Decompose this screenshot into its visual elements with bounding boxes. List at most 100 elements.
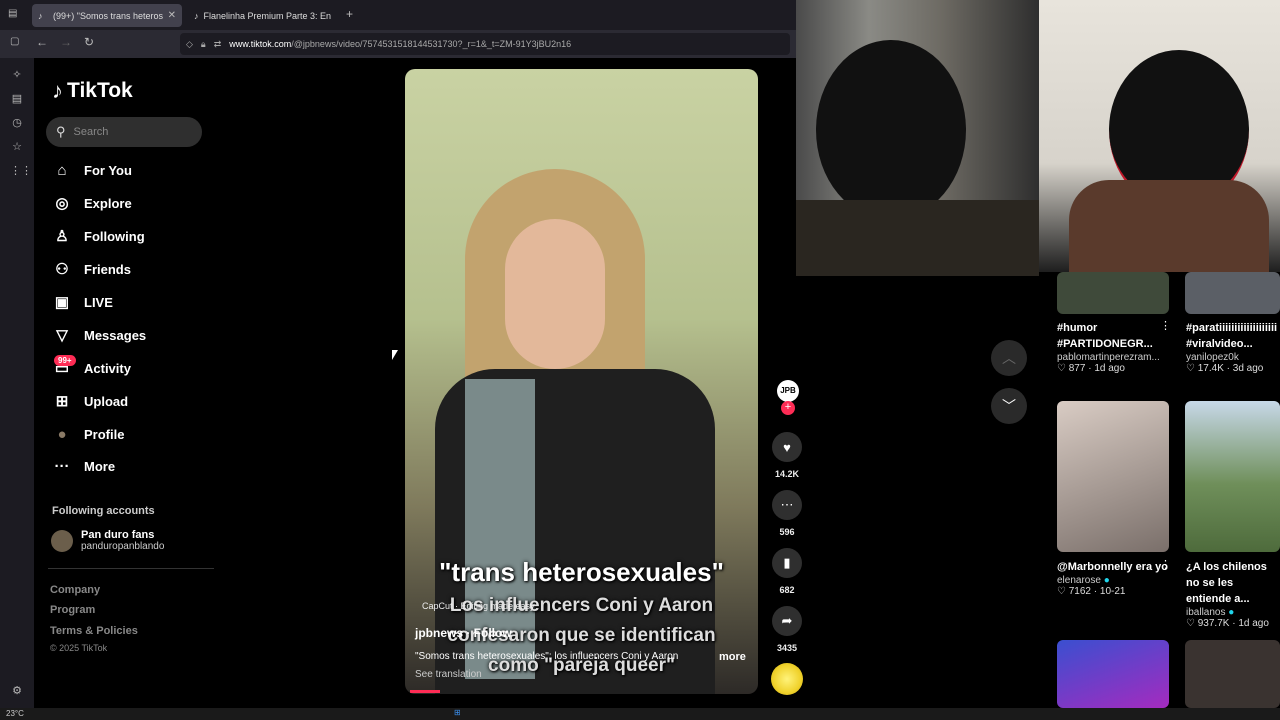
history-icon[interactable]: ◷ [10, 116, 24, 130]
browser-tab-bar: ▤ ♪ (99+) "Somos trans heteros ✕ ♪ Flane… [0, 0, 796, 30]
nav-item-following[interactable]: ♙ Following [52, 222, 144, 250]
following-accounts-title: Following accounts [52, 505, 155, 517]
comment-icon: ⋯ [772, 490, 802, 520]
follow-plus-button[interactable]: + [781, 401, 795, 415]
more-vertical-icon[interactable]: ⋮ [1160, 558, 1171, 571]
tab-flanelinha[interactable]: ♪ Flanelinha Premium Parte 3: En ✕ [188, 4, 336, 27]
card-user: elenarose [1057, 575, 1101, 586]
live-tv-icon: ▣ [54, 294, 70, 311]
video-thumbnail[interactable] [1185, 272, 1280, 314]
more-button[interactable]: more [719, 651, 746, 663]
browser-sidebar: ✧ ▤ ◷ ☆ ⋮⋮ ⚙ [0, 58, 34, 708]
nav-item-profile[interactable]: ● Profile [52, 420, 124, 448]
nav-item-explore[interactable]: ◎ Explore [52, 189, 131, 217]
video-progress-bar[interactable] [410, 690, 440, 693]
nav-item-friends[interactable]: ⚇ Friends [52, 255, 131, 283]
forward-icon[interactable]: → [60, 35, 72, 49]
url-path: /@jpbnews/video/7574531518144531730?_r=1… [291, 39, 572, 49]
card-user: pablomartinperezram... [1057, 352, 1160, 363]
ai-sparkle-icon[interactable]: ✧ [10, 68, 24, 82]
nav-item-live[interactable]: ▣ LIVE [52, 288, 113, 316]
video-thumbnail[interactable] [1057, 401, 1169, 552]
card-likes: 17.4K [1197, 363, 1224, 374]
search-icon: ⚲ [56, 124, 66, 139]
mouse-cursor [392, 350, 398, 360]
webcam-overlay-left [796, 0, 1039, 276]
nav-label: Friends [84, 261, 131, 277]
card-title: @Marbonnelly era yo [1057, 561, 1168, 573]
permissions-icon[interactable]: ⇄ [214, 39, 222, 50]
video-description: "Somos trans heterosexuales": los influe… [415, 651, 679, 662]
grid-card[interactable]: #humor #PARTIDONEGR... pablomartinperezr… [1057, 320, 1169, 374]
more-vertical-icon[interactable]: ⋮ [1160, 319, 1171, 332]
following-account[interactable]: Pan duro fans panduropanblando [51, 529, 164, 552]
footer-link-company[interactable]: Company [50, 584, 100, 596]
shield-icon[interactable]: ◇ [186, 39, 193, 50]
video-thumbnail[interactable] [1057, 272, 1169, 314]
card-likes: 7162 [1068, 586, 1091, 597]
tab-tiktok[interactable]: ♪ (99+) "Somos trans heteros ✕ [32, 4, 182, 27]
reload-icon[interactable]: ↻ [84, 35, 94, 49]
like-button[interactable]: ♥ 14.2K [772, 432, 802, 479]
close-tab-icon[interactable]: ✕ [331, 10, 336, 21]
star-icon[interactable]: ☆ [10, 140, 24, 154]
nav-label: Activity [84, 360, 131, 376]
account-handle: panduropanblando [81, 541, 165, 552]
new-tab-button[interactable]: + [346, 7, 353, 21]
extensions-grid-icon[interactable]: ⋮⋮ [10, 164, 32, 178]
nav-label: Messages [84, 327, 147, 343]
grid-card[interactable]: #paratiiiiiiiiiiiiiiiiiii #viralvideo...… [1186, 320, 1280, 374]
capcut-label[interactable]: CapCut · Editing made easy [422, 601, 535, 611]
verified-icon: ● [1228, 607, 1235, 618]
heart-icon: ♡ [1186, 363, 1198, 374]
grid-card[interactable]: @Marbonnelly era yo elenarose ● ♡ 7162 ·… [1057, 559, 1169, 597]
search-input[interactable]: ⚲ Search [46, 117, 202, 147]
see-translation-link[interactable]: See translation [415, 669, 482, 680]
nav-item-for-you[interactable]: ⌂ For You [52, 156, 131, 184]
video-author[interactable]: jpbnews · Follow [415, 626, 512, 640]
upload-plus-icon: ⊞ [55, 393, 69, 410]
card-title: #humor #PARTIDONEGR... [1057, 322, 1153, 350]
nav-item-messages[interactable]: ▽ Messages [52, 321, 146, 349]
nav-item-more[interactable]: ··· More [52, 452, 116, 480]
comment-button[interactable]: ⋯ 596 [772, 490, 802, 537]
nav-item-activity[interactable]: ▭ 99+ Activity [52, 354, 131, 382]
footer-link-program[interactable]: Program [50, 604, 95, 616]
tiktok-favicon-icon: ♪ [38, 10, 43, 21]
save-count: 682 [779, 585, 795, 595]
body-shape [796, 200, 1039, 276]
heart-icon: ♡ [1057, 586, 1069, 597]
weather-temp[interactable]: 23°C [6, 709, 24, 718]
nav-label: LIVE [84, 294, 113, 310]
video-thumbnail[interactable] [1185, 401, 1280, 552]
settings-gear-icon[interactable]: ⚙ [10, 684, 24, 698]
close-tab-icon[interactable]: ✕ [164, 10, 176, 21]
tiktok-favicon-icon: ♪ [194, 10, 199, 21]
footer-link-terms[interactable]: Terms & Policies [50, 625, 138, 637]
music-disc-icon[interactable] [771, 663, 803, 695]
chevron-up-icon[interactable]: ︿ [991, 340, 1027, 376]
heart-icon: ♡ [1057, 363, 1069, 374]
creator-avatar[interactable]: JPB [777, 380, 799, 402]
os-taskbar: 23°C ⊞ [0, 708, 1280, 720]
save-button[interactable]: ▮ 682 [772, 548, 802, 595]
nav-item-upload[interactable]: ⊞ Upload [52, 387, 128, 415]
video-player[interactable]: "trans heterosexuales" Los influencers C… [405, 69, 758, 694]
more-dots-icon: ··· [54, 457, 70, 475]
helmet-shape [816, 40, 966, 220]
avatar [51, 529, 73, 552]
bookmarks-icon[interactable]: ▤ [10, 92, 24, 106]
windows-start-icon[interactable]: ⊞ [454, 708, 461, 717]
video-thumbnail[interactable] [1057, 640, 1169, 708]
chevron-down-icon[interactable]: ﹀ [991, 388, 1027, 424]
video-thumbnail[interactable] [1185, 640, 1280, 708]
tab-list-icon[interactable]: ▤ [8, 8, 17, 19]
lock-icon[interactable]: 🔒︎ [201, 39, 206, 50]
video-caption-title: "trans heterosexuales" [439, 557, 724, 587]
url-bar[interactable]: ◇ 🔒︎ ⇄ www.tiktok.com/@jpbnews/video/757… [180, 33, 790, 55]
share-button[interactable]: ➦ 3435 [772, 606, 802, 653]
tiktok-logo[interactable]: ♪ TikTok [52, 78, 133, 104]
sidebar-toggle-icon[interactable]: ▢ [10, 36, 19, 47]
back-icon[interactable]: ← [36, 35, 48, 49]
grid-card[interactable]: ¿A los chilenos no se les entiende a... … [1186, 559, 1280, 629]
